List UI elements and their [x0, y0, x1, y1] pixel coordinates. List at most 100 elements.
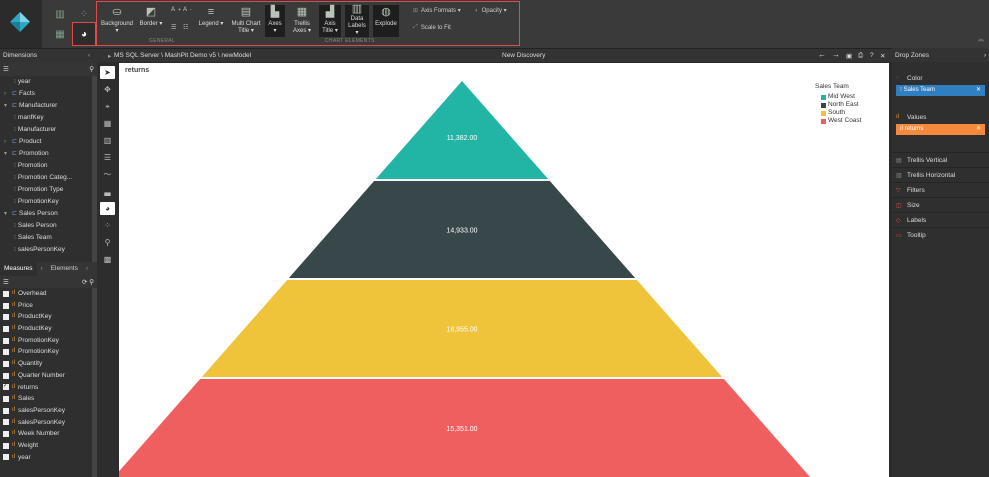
labels-zone[interactable]: ◇ Labels	[892, 212, 989, 227]
grid-viz-icon[interactable]: ▦	[50, 25, 70, 43]
pie-chart-icon[interactable]: ◕	[100, 202, 115, 215]
chart-canvas[interactable]: returns 11,382.00 14,933.00 18,955.00 15,35…	[119, 63, 889, 477]
remove-icon[interactable]: ✕	[976, 124, 981, 135]
print-icon[interactable]: ⎙	[858, 52, 863, 60]
tab-elements[interactable]: Elements	[47, 262, 82, 276]
background-button[interactable]: ⛀ Background ▾	[99, 5, 135, 37]
tooltip-zone[interactable]: ▭ Tooltip	[892, 227, 989, 242]
tab-measures[interactable]: Measures	[0, 262, 37, 276]
measure-item[interactable]: ıl Sales	[0, 393, 97, 405]
grid-chart-icon[interactable]: ▦	[100, 117, 115, 130]
table-icon[interactable]: ▩	[100, 253, 115, 266]
select-icon[interactable]: ⌖	[100, 100, 115, 113]
pie-viz-button[interactable]: ◕	[72, 22, 96, 46]
measure-item[interactable]: ıl salesPersonKey	[0, 417, 97, 429]
opacity-button[interactable]: ◐ Opacity ▾	[475, 7, 507, 15]
measure-checkbox[interactable]	[3, 431, 9, 438]
dimension-item[interactable]: › ⊏ Facts	[0, 88, 97, 100]
trellis-vertical-zone[interactable]: ▤ Trellis Vertical	[892, 152, 989, 167]
measure-item[interactable]: ıl Quarter Number	[0, 370, 97, 382]
layout-icon[interactable]: ☷	[183, 24, 188, 31]
font-increase-button[interactable]: A +	[171, 7, 181, 13]
dimension-item[interactable]: ⁝ Sales Person	[0, 220, 97, 232]
measure-checkbox[interactable]	[3, 302, 9, 309]
measure-checkbox[interactable]	[3, 407, 9, 414]
trellis-axes-button[interactable]: ▦ Trellis Axes ▾	[291, 5, 313, 37]
measure-item[interactable]: ıl ProductKey	[0, 323, 97, 335]
pointer-icon[interactable]: ➤	[100, 66, 115, 79]
list-view-icon[interactable]: ☰	[3, 65, 9, 73]
size-zone[interactable]: ◫ Size	[892, 197, 989, 212]
refresh-search-icon[interactable]: ⟳ ⚲	[82, 278, 94, 286]
measure-checkbox[interactable]	[3, 419, 9, 426]
legend-item[interactable]: South	[815, 109, 861, 117]
scatter-chart-icon[interactable]: ⁘	[100, 219, 115, 232]
tab-arrow-left[interactable]: ‹	[37, 262, 47, 276]
measure-item[interactable]: ıl PromotionKey	[0, 335, 97, 347]
expand-icon[interactable]: ▸	[108, 52, 111, 60]
color-chip[interactable]: ⁝ Sales Team ✕	[896, 85, 985, 96]
scale-to-fit-button[interactable]: ⤢ Scale to Fit	[413, 24, 451, 31]
search-icon[interactable]: ⚲	[89, 65, 94, 73]
values-zone[interactable]: ıl Values ıl returns ✕	[892, 109, 989, 138]
back-icon[interactable]: ←	[818, 50, 826, 59]
measure-checkbox[interactable]	[3, 290, 9, 297]
legend-item[interactable]: North East	[815, 101, 861, 109]
save-icon[interactable]: ▣	[846, 52, 852, 60]
border-button[interactable]: ◩ Border ▾	[138, 5, 164, 37]
measure-item[interactable]: ıl year	[0, 452, 97, 464]
axis-formats-button[interactable]: ⊞ Axis Formats ▾	[413, 7, 461, 14]
collapse-right-icon[interactable]: ›	[984, 52, 986, 59]
legend-button[interactable]: ≡ Legend ▾	[197, 5, 225, 37]
measure-checkbox[interactable]	[3, 349, 9, 356]
measure-item[interactable]: ıl salesPersonKey	[0, 405, 97, 417]
dimension-item[interactable]: ▾ ⊏ Sales Person	[0, 208, 97, 220]
close-icon[interactable]: ✕	[880, 52, 885, 60]
remove-icon[interactable]: ✕	[976, 85, 981, 96]
legend-item[interactable]: West Coast	[815, 117, 861, 125]
multi-chart-title-button[interactable]: ▤ Multi Chart Title ▾	[231, 5, 261, 37]
measure-checkbox[interactable]	[3, 314, 9, 321]
filters-zone[interactable]: ▽ Filters	[892, 182, 989, 197]
measure-item[interactable]: ıl Quantity	[0, 358, 97, 370]
measure-item[interactable]: ıl Weight	[0, 440, 97, 452]
explode-button[interactable]: ◍ Explode	[373, 5, 399, 37]
measure-checkbox[interactable]	[3, 454, 9, 461]
chevron-down-icon[interactable]: ▾	[4, 148, 12, 160]
measure-item[interactable]: ılreturns	[0, 381, 97, 394]
measure-item[interactable]: ıl Overhead	[0, 288, 97, 300]
measure-checkbox[interactable]	[3, 372, 9, 379]
chevron-right-icon[interactable]: ›	[4, 88, 12, 100]
dimension-item[interactable]: ▾ ⊏ Manufacturer	[0, 100, 97, 112]
chevron-down-icon[interactable]: ▾	[4, 100, 12, 112]
measure-item[interactable]: ıl ProductKey	[0, 311, 97, 323]
measure-item[interactable]: ıl Price	[0, 300, 97, 312]
column-chart-icon[interactable]: ▥	[100, 134, 115, 147]
help-icon[interactable]: ?	[870, 52, 874, 59]
axis-title-button[interactable]: ▟ Axis Title ▾	[319, 5, 341, 37]
data-labels-button[interactable]: ▥ Data Labels ▾	[345, 4, 369, 37]
dimension-item[interactable]: ▾ ⊏ Promotion	[0, 148, 97, 160]
bar-chart-viz-icon[interactable]: ▥	[50, 5, 70, 23]
measure-checkbox[interactable]	[3, 325, 9, 332]
measure-checkbox[interactable]	[3, 360, 9, 367]
map-pin-icon[interactable]: ⚲	[100, 236, 115, 249]
dimension-item[interactable]: › ⊏ Product	[0, 136, 97, 148]
values-chip[interactable]: ıl returns ✕	[896, 124, 985, 135]
dimension-item[interactable]: ⁝ salesPersonKey	[0, 244, 97, 256]
dimension-item[interactable]: ⁝ Promotion	[0, 160, 97, 172]
area-chart-icon[interactable]: ▃	[100, 185, 115, 198]
measure-checkbox[interactable]	[3, 442, 9, 449]
dimension-item[interactable]: ⁝ Promotion Type	[0, 184, 97, 196]
dimension-item[interactable]: ⁝ PromotionKey	[0, 196, 97, 208]
tab-arrow-right[interactable]: ‹	[82, 262, 92, 276]
scatter-viz-icon[interactable]: ⁘	[74, 5, 94, 23]
move-icon[interactable]: ✥	[100, 83, 115, 96]
line-chart-icon[interactable]: 〜	[100, 168, 115, 181]
measure-item[interactable]: ıl Week Number	[0, 428, 97, 440]
trellis-horizontal-zone[interactable]: ▥ Trellis Horizontal	[892, 167, 989, 182]
align-icon[interactable]: ☰	[171, 24, 176, 31]
dimension-item[interactable]: ⁝ Manufacturer	[0, 124, 97, 136]
font-decrease-button[interactable]: A-	[183, 7, 192, 13]
bar-chart-icon[interactable]: ☰	[100, 151, 115, 164]
